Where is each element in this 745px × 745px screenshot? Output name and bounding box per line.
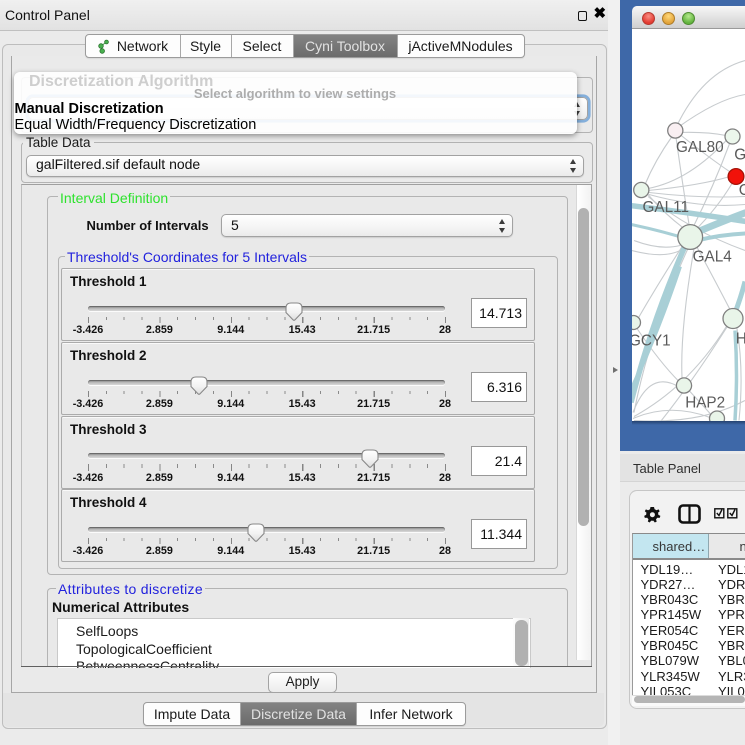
svg-text:GAL80: GAL80 — [734, 147, 745, 164]
svg-text:HAP2: HAP2 — [685, 395, 725, 412]
svg-text:GCY1: GCY1 — [632, 333, 671, 350]
svg-text:CCC1: CCC1 — [739, 182, 745, 199]
svg-text:GAL4: GAL4 — [693, 249, 733, 266]
svg-text:HAP: HAP — [736, 331, 745, 348]
svg-text:GAL11: GAL11 — [643, 199, 690, 216]
svg-text:GAL80: GAL80 — [676, 139, 724, 156]
